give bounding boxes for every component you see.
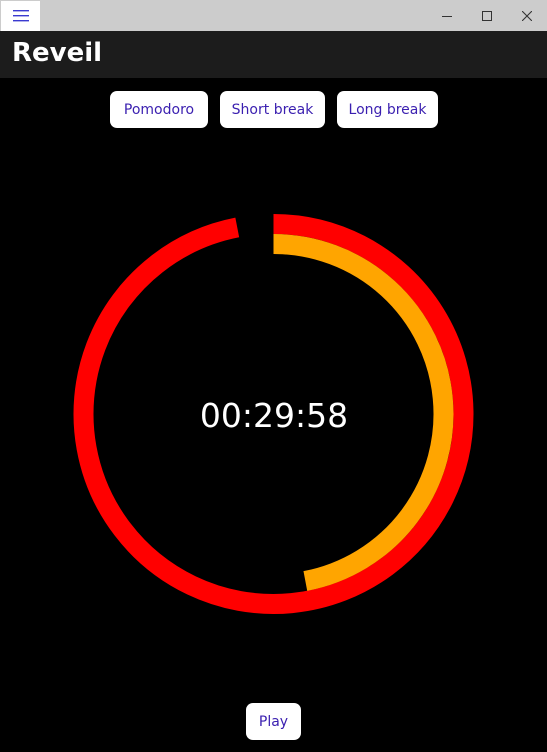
timer-ring — [73, 214, 474, 614]
timer-display: 00:29:58 — [199, 396, 349, 435]
play-button[interactable]: Play — [246, 703, 301, 740]
